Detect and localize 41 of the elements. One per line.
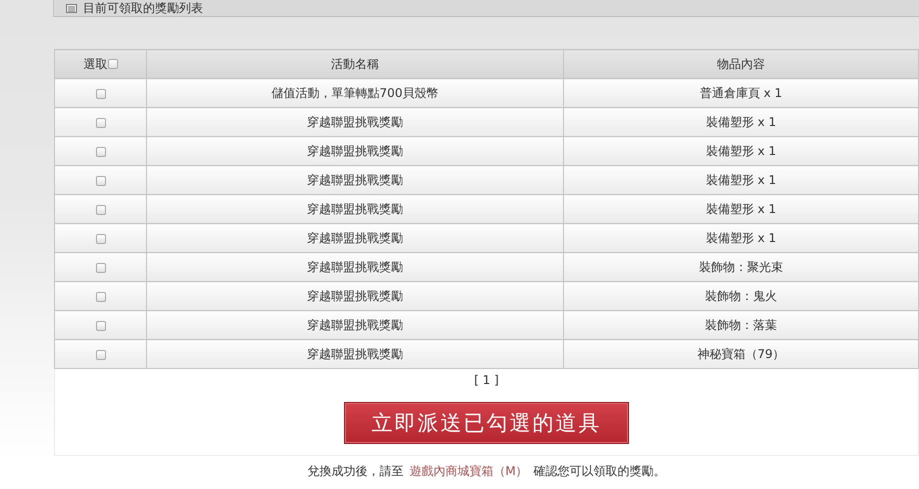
- table-cell: 穿越聯盟挑戰獎勵: [146, 166, 564, 194]
- section-title: 目前可領取的獎勵列表: [83, 1, 203, 15]
- footer-text: 兌換成功後，請至: [307, 464, 404, 478]
- table-cell: 穿越聯盟挑戰獎勵: [146, 136, 564, 166]
- table-cell: 穿越聯盟挑戰獎勵: [146, 224, 564, 252]
- table-cell: 裝備塑形 x 1: [564, 166, 918, 194]
- row-checkbox[interactable]: [96, 234, 106, 244]
- row-checkbox[interactable]: [96, 88, 106, 99]
- table-cell: 穿越聯盟挑戰獎勵: [146, 194, 564, 224]
- row-checkbox[interactable]: [96, 176, 106, 186]
- table-cell: 穿越聯盟挑戰獎勵: [146, 252, 564, 282]
- table-cell: 裝備塑形 x 1: [564, 136, 918, 166]
- table-cell: 穿越聯盟挑戰獎勵: [146, 282, 564, 310]
- row-checkbox[interactable]: [96, 146, 106, 157]
- row-checkbox[interactable]: [96, 350, 106, 360]
- table-cell: 裝備塑形 x 1: [564, 108, 918, 136]
- row-checkbox[interactable]: [96, 204, 106, 215]
- table-cell: 穿越聯盟挑戰獎勵: [146, 310, 564, 340]
- table-cell: 神秘寶箱（79）: [564, 340, 918, 368]
- send-button[interactable]: 立即派送已勾選的道具: [344, 402, 629, 444]
- column-header: 活動名稱: [146, 50, 564, 78]
- table-cell: 裝飾物：聚光束: [564, 252, 918, 282]
- table-cell: 裝飾物：鬼火: [564, 282, 918, 310]
- table-cell: 儲值活動，單筆轉點700貝殼幣: [146, 78, 564, 108]
- table-cell: 裝備塑形 x 1: [564, 194, 918, 224]
- table-cell: 穿越聯盟挑戰獎勵: [146, 340, 564, 368]
- mall-link[interactable]: 遊戲內商城寶箱（M）: [409, 464, 528, 478]
- table-cell: 裝備塑形 x 1: [564, 224, 918, 252]
- table-cell: 裝飾物：落葉: [564, 310, 918, 340]
- row-checkbox[interactable]: [96, 118, 106, 128]
- page-number[interactable]: [ 1 ]: [474, 373, 499, 387]
- column-title: 選取: [84, 56, 108, 72]
- row-checkbox[interactable]: [96, 262, 106, 273]
- table-cell: 普通倉庫頁 x 1: [564, 78, 918, 108]
- select-all-checkbox[interactable]: [108, 59, 118, 69]
- footer-text: 確認您可以領取的獎勵。: [534, 464, 666, 478]
- column-header: 物品內容: [564, 50, 918, 78]
- table-cell: 穿越聯盟挑戰獎勵: [146, 108, 564, 136]
- list-icon: [66, 4, 77, 12]
- row-checkbox[interactable]: [96, 320, 106, 331]
- row-checkbox[interactable]: [96, 292, 106, 302]
